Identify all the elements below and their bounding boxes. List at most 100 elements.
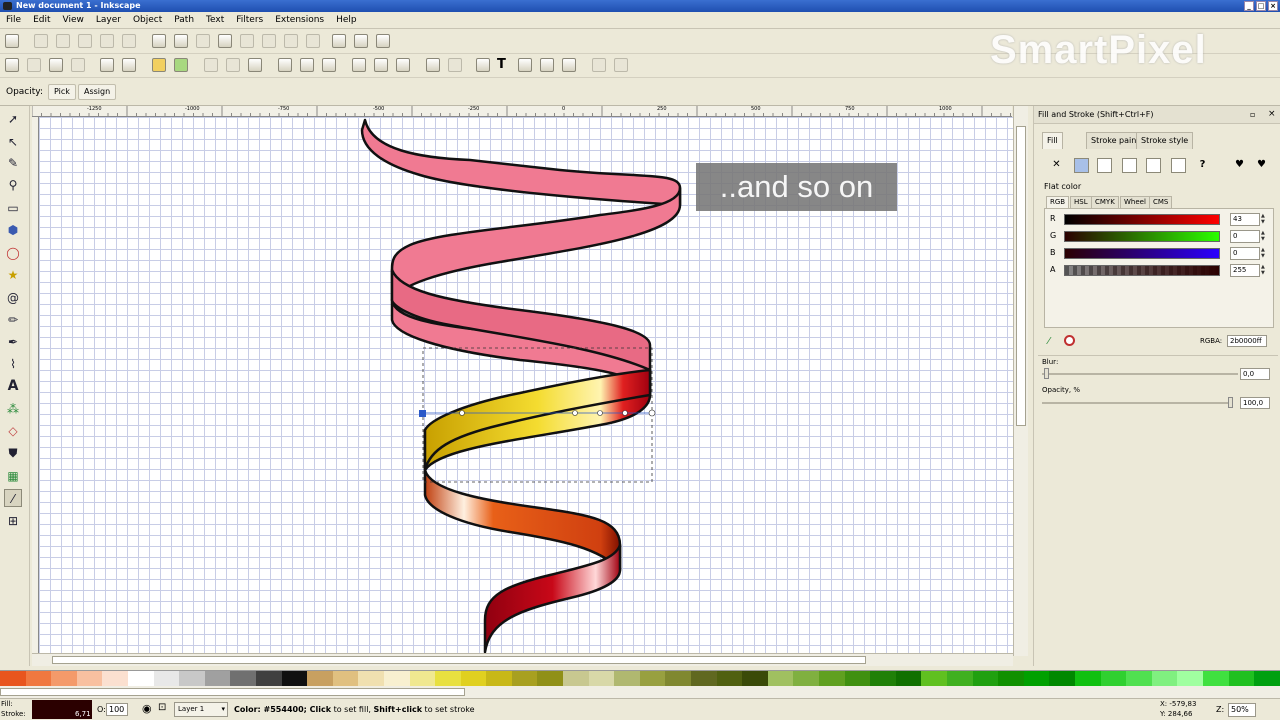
palette-swatch[interactable]: [51, 671, 77, 687]
palette-swatch[interactable]: [127, 671, 154, 687]
palette-swatch[interactable]: [639, 671, 666, 687]
snap-cusp-nodes-icon[interactable]: [218, 34, 232, 48]
color-managed-icon[interactable]: [1064, 335, 1075, 346]
gradient-tool-icon[interactable]: ▦: [4, 467, 22, 485]
linear-gradient-icon[interactable]: [1097, 158, 1112, 173]
unset-paint-icon[interactable]: ?: [1195, 158, 1210, 173]
copy-icon[interactable]: [204, 58, 218, 72]
cut-icon[interactable]: [226, 58, 240, 72]
toggle-visibility-icon[interactable]: ◉: [142, 702, 152, 715]
menu-view[interactable]: View: [63, 15, 84, 25]
snap-guide-icon[interactable]: [376, 34, 390, 48]
red-value-field[interactable]: 43: [1230, 213, 1260, 226]
palette-swatch[interactable]: [204, 671, 231, 687]
dialog-iconify-button[interactable]: ▫: [1250, 110, 1255, 119]
zoom-drawing-icon[interactable]: [300, 58, 314, 72]
calligraphy-tool-icon[interactable]: ⌇: [4, 355, 22, 373]
tab-stroke-style[interactable]: Stroke style: [1136, 132, 1194, 149]
radial-gradient-icon[interactable]: [1122, 158, 1137, 173]
snap-rotation-center-icon[interactable]: [306, 34, 320, 48]
snap-bbox-midpoint-icon[interactable]: [100, 34, 114, 48]
palette-swatch[interactable]: [614, 671, 640, 687]
dropper-tool-icon[interactable]: ⁄: [4, 489, 22, 507]
palette-swatch[interactable]: [1228, 671, 1255, 687]
undo-icon[interactable]: [152, 58, 166, 72]
palette-swatch[interactable]: [588, 671, 615, 687]
palette-swatch[interactable]: [742, 671, 768, 687]
palette-swatch[interactable]: [435, 671, 461, 687]
opacity-spin-field[interactable]: 100: [106, 703, 128, 716]
palette-swatch[interactable]: [946, 671, 973, 687]
assign-button[interactable]: Assign: [78, 84, 117, 100]
palette-swatch[interactable]: [153, 671, 180, 687]
flat-color-icon[interactable]: [1074, 158, 1089, 173]
preferences-icon[interactable]: [592, 58, 606, 72]
palette-swatch[interactable]: [0, 671, 26, 687]
vertical-scrollbar[interactable]: [1013, 106, 1028, 656]
layer-dropdown[interactable]: Layer 1 ▾: [174, 702, 228, 717]
group-icon[interactable]: [426, 58, 440, 72]
blur-slider-handle[interactable]: [1044, 368, 1049, 379]
tab-fill[interactable]: Fill: [1042, 132, 1063, 149]
blue-value-field[interactable]: 0: [1230, 247, 1260, 260]
node-tool-icon[interactable]: ↖: [4, 133, 22, 151]
snap-bbox-icon[interactable]: [34, 34, 48, 48]
palette-swatch[interactable]: [921, 671, 947, 687]
palette-swatch[interactable]: [307, 671, 333, 687]
menu-path[interactable]: Path: [174, 15, 194, 25]
palette-swatch[interactable]: [972, 671, 999, 687]
palette-swatch[interactable]: [102, 671, 128, 687]
menu-filters[interactable]: Filters: [236, 15, 263, 25]
text-tool-icon[interactable]: A: [4, 377, 22, 395]
palette-swatch[interactable]: [895, 671, 922, 687]
snap-grid-icon[interactable]: [354, 34, 368, 48]
minimize-button[interactable]: _: [1244, 1, 1254, 11]
pick-button[interactable]: Pick: [48, 84, 76, 100]
palette-swatch[interactable]: [1049, 671, 1075, 687]
rgba-input[interactable]: 2b0000ff: [1227, 335, 1267, 347]
document-properties-icon[interactable]: [614, 58, 628, 72]
fill-stroke-dialog-icon[interactable]: [476, 58, 490, 72]
zoom-selection-icon[interactable]: [278, 58, 292, 72]
menu-extensions[interactable]: Extensions: [275, 15, 324, 25]
palette-swatch[interactable]: [998, 671, 1024, 687]
redo-icon[interactable]: [174, 58, 188, 72]
zoom-field[interactable]: 50%: [1228, 703, 1256, 717]
import-icon[interactable]: [100, 58, 114, 72]
pen-tool-icon[interactable]: ✒: [4, 333, 22, 351]
palette-scrollbar[interactable]: [0, 686, 1280, 698]
rectangle-tool-icon[interactable]: ▭: [4, 199, 22, 217]
palette-swatch[interactable]: [409, 671, 436, 687]
opacity-value-field[interactable]: 100,0: [1240, 397, 1270, 409]
horizontal-scroll-thumb[interactable]: [52, 656, 866, 664]
selector-tool-icon[interactable]: ➚: [4, 110, 22, 128]
menu-object[interactable]: Object: [133, 15, 162, 25]
paste-icon[interactable]: [248, 58, 262, 72]
export-icon[interactable]: [122, 58, 136, 72]
maximize-button[interactable]: □: [1256, 1, 1266, 11]
palette-swatch[interactable]: [255, 671, 282, 687]
palette-swatch[interactable]: [358, 671, 384, 687]
eraser-tool-icon[interactable]: ◇: [4, 422, 22, 440]
snap-page-border-icon[interactable]: [332, 34, 346, 48]
opacity-slider[interactable]: [1042, 402, 1230, 404]
xml-editor-icon[interactable]: [518, 58, 532, 72]
palette-swatch[interactable]: [1074, 671, 1101, 687]
palette-swatch[interactable]: [460, 671, 487, 687]
pattern-icon[interactable]: [1146, 158, 1161, 173]
menu-edit[interactable]: Edit: [33, 15, 50, 25]
palette-swatch[interactable]: [1254, 671, 1280, 687]
snap-toggle-icon[interactable]: [5, 34, 19, 48]
green-slider[interactable]: [1064, 231, 1220, 242]
new-document-icon[interactable]: [5, 58, 19, 72]
no-paint-icon[interactable]: ✕: [1049, 158, 1064, 173]
zoom-page-icon[interactable]: [322, 58, 336, 72]
dialog-close-button[interactable]: ×: [1268, 109, 1276, 119]
opacity-slider-handle[interactable]: [1228, 397, 1233, 408]
palette-swatch[interactable]: [844, 671, 871, 687]
snap-bbox-center-icon[interactable]: [122, 34, 136, 48]
alpha-value-field[interactable]: 255: [1230, 264, 1260, 277]
palette-swatch[interactable]: [665, 671, 692, 687]
tweak-tool-icon[interactable]: ✎: [4, 154, 22, 172]
layers-icon[interactable]: [562, 58, 576, 72]
